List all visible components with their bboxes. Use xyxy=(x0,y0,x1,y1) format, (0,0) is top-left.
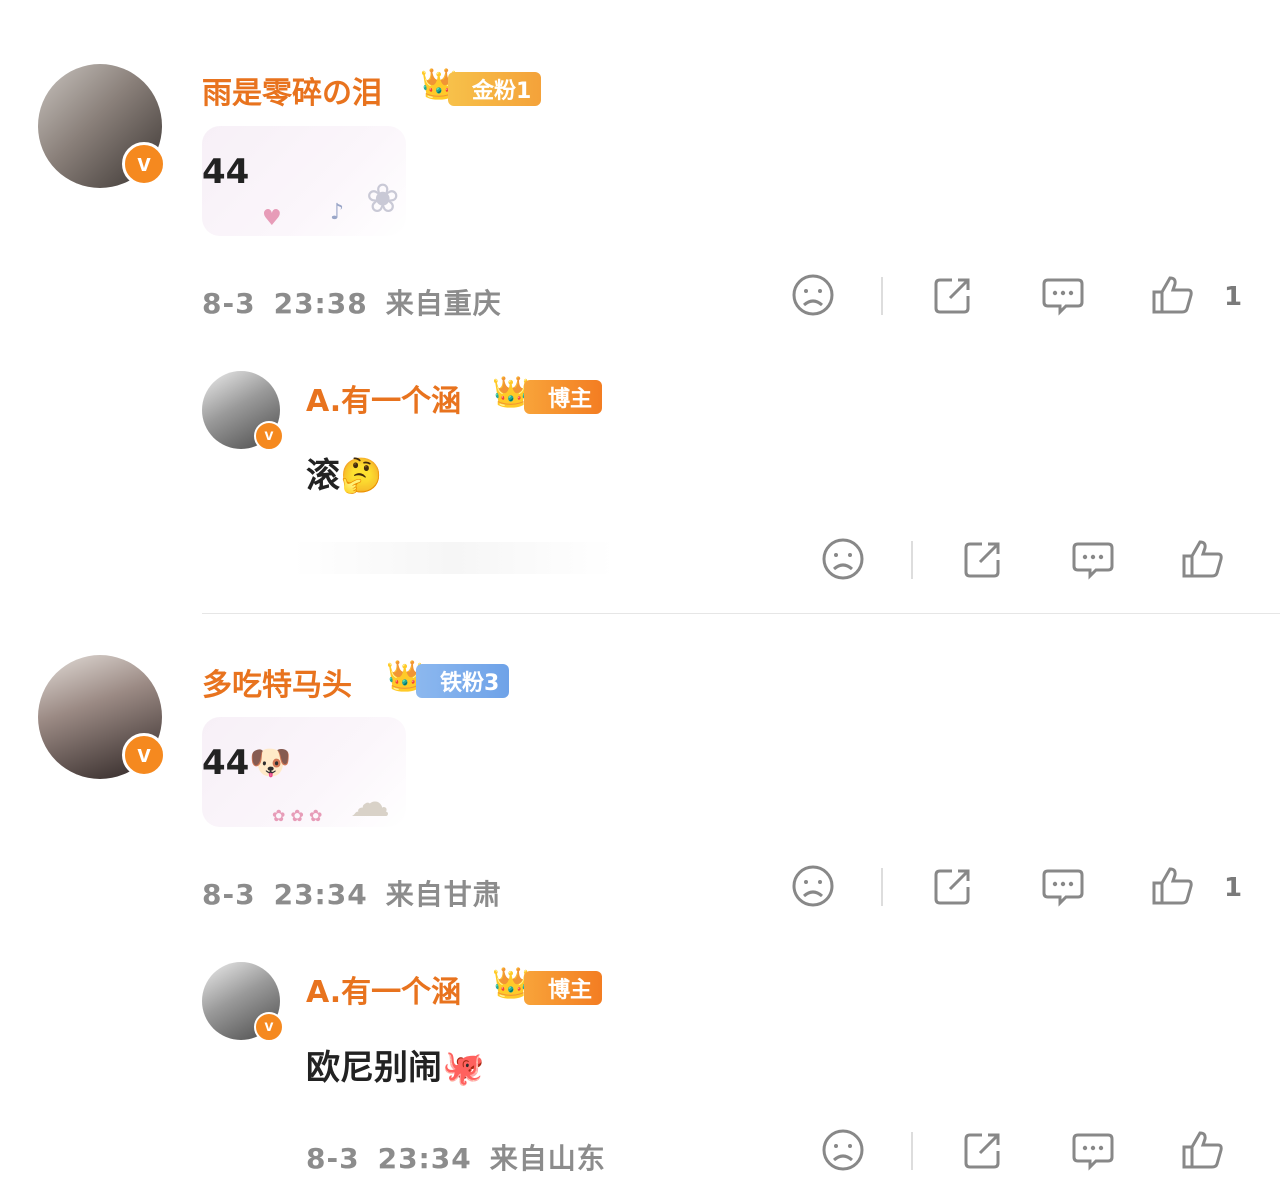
dog-emoji-icon: 🐶 xyxy=(249,743,292,783)
verified-badge-icon: v xyxy=(122,733,166,777)
dislike-button[interactable] xyxy=(820,1127,866,1173)
comment-icon xyxy=(1042,869,1084,907)
fan-emoji-icon: 🐙 xyxy=(442,1048,485,1088)
reply-avatar[interactable]: v xyxy=(202,962,284,1042)
like-button[interactable] xyxy=(1180,1127,1226,1173)
comment-text-content: 44 xyxy=(202,743,250,783)
dislike-button[interactable] xyxy=(790,863,836,909)
comment-location: 来自甘肃 xyxy=(385,878,502,911)
share-button[interactable] xyxy=(930,863,976,909)
username[interactable]: 多吃特马头 xyxy=(202,660,352,704)
like-button[interactable] xyxy=(1150,863,1196,909)
fan-level-badge[interactable]: 铁粉3 xyxy=(416,664,510,698)
avatar[interactable]: v xyxy=(38,655,166,779)
reply-text: 欧尼别闹🐙 xyxy=(306,1040,484,1089)
dislike-icon xyxy=(792,865,834,907)
share-icon xyxy=(964,1133,1000,1169)
comment-button[interactable] xyxy=(1070,1127,1116,1173)
like-icon xyxy=(1182,1131,1223,1169)
flower-icon: ✿ ✿ ✿ xyxy=(272,806,323,825)
reply-date: 8-3 xyxy=(306,1142,360,1175)
reply-location: 来自山东 xyxy=(489,1142,606,1175)
comment-meta: 8-3 23:34 来自甘肃 xyxy=(202,873,520,913)
reply-meta: 8-3 23:34 来自山东 xyxy=(306,1137,624,1177)
like-icon xyxy=(1152,867,1193,905)
verified-badge-icon: v xyxy=(254,1012,284,1042)
reply-time: 23:34 xyxy=(377,1142,472,1175)
share-button[interactable] xyxy=(960,1127,1006,1173)
dislike-icon xyxy=(822,1129,864,1171)
reply-username[interactable]: A.有一个涵 xyxy=(306,967,461,1011)
like-count: 1 xyxy=(1224,873,1243,903)
comment-time: 23:34 xyxy=(273,878,368,911)
comment-text: 44🐶 xyxy=(202,743,292,783)
share-icon xyxy=(934,869,970,905)
cat-sticker-icon: ☁ xyxy=(350,780,390,826)
comment-icon xyxy=(1072,1133,1114,1171)
comment-item: v 多吃特马头 👑 铁粉3 ✿ ✿ ✿ ☁ 44🐶 8-3 23:34 来自甘肃 1… xyxy=(0,0,1280,1203)
separator xyxy=(911,1132,913,1170)
reply-text-content: 欧尼别闹 xyxy=(306,1048,442,1088)
comment-button[interactable] xyxy=(1040,863,1086,909)
separator xyxy=(881,868,883,906)
comment-date: 8-3 xyxy=(202,878,256,911)
host-badge: 博主 xyxy=(524,971,603,1005)
